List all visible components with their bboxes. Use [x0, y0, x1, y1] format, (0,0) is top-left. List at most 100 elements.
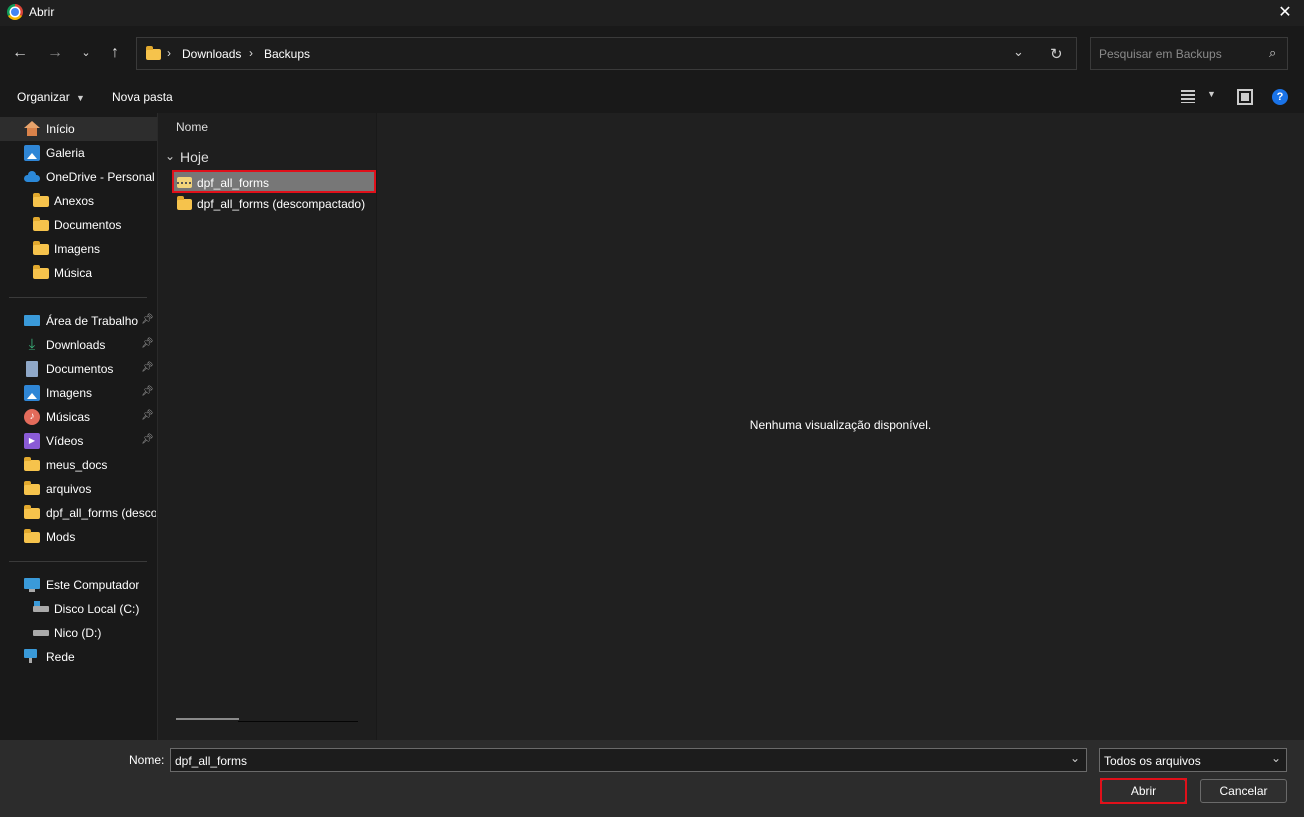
pin-icon: 📌︎: [141, 410, 154, 421]
sidebar-item-nico-d[interactable]: Nico (D:): [0, 621, 157, 645]
command-bar: Organizar ▼ Nova pasta ▼ ?: [0, 80, 1304, 113]
chevron-down-icon[interactable]: ⌄: [1070, 751, 1080, 765]
recent-locations-icon[interactable]: ⌄: [74, 41, 98, 65]
sidebar-item-downloads[interactable]: ⤓ Downloads 📌︎: [0, 333, 157, 357]
pin-icon: 📌︎: [141, 362, 154, 373]
forward-icon[interactable]: →: [43, 41, 67, 65]
folder-icon: [24, 457, 40, 471]
sidebar-item-videos[interactable]: ▶ Vídeos 📌︎: [0, 429, 157, 453]
folder-icon: [33, 241, 49, 255]
breadcrumb-separator-icon: ›: [249, 46, 253, 60]
sidebar-item-label: Documentos: [54, 218, 122, 232]
cancel-button[interactable]: Cancelar: [1200, 779, 1287, 803]
sidebar-item-label: Músicas: [46, 410, 91, 424]
sidebar-item-mods[interactable]: Mods: [0, 525, 157, 549]
cloud-icon: [24, 169, 40, 185]
preview-pane: Nenhuma visualização disponível.: [377, 113, 1304, 740]
caret-down-icon: ▼: [76, 93, 85, 103]
sidebar-item-rede[interactable]: Rede: [0, 645, 157, 669]
sidebar-item-label: Rede: [46, 650, 75, 664]
address-bar[interactable]: › Downloads › Backups ⌄ ↻: [136, 37, 1077, 70]
file-name-input[interactable]: dpf_all_forms ⌄: [170, 748, 1087, 772]
sidebar-item-label: Imagens: [46, 386, 93, 400]
sidebar-item-galeria[interactable]: Galeria: [0, 141, 157, 165]
network-icon: [24, 649, 37, 663]
sidebar-item-label: Este Computador: [46, 578, 140, 592]
divider: [9, 561, 147, 562]
pin-icon: 📌︎: [141, 314, 154, 325]
preview-pane-icon[interactable]: [1237, 89, 1253, 105]
file-type-select[interactable]: Todos os arquivos ⌄: [1099, 748, 1287, 772]
group-header-hoje[interactable]: Hoje: [180, 149, 209, 165]
sidebar-item-dpf-all-forms[interactable]: dpf_all_forms (desco: [0, 501, 157, 525]
breadcrumb-separator-icon: ›: [167, 46, 171, 60]
help-icon[interactable]: ?: [1272, 89, 1288, 105]
pin-icon: 📌︎: [141, 386, 154, 397]
sidebar-item-arquivos[interactable]: arquivos: [0, 477, 157, 501]
sidebar-item-label: dpf_all_forms (desco: [46, 506, 156, 520]
drive-icon: [33, 630, 49, 636]
chevron-down-icon[interactable]: ⌄: [1013, 44, 1024, 60]
caret-down-icon[interactable]: ▼: [1207, 89, 1216, 99]
file-row[interactable]: dpf_all_forms (descompactado): [173, 193, 376, 215]
chevron-down-icon[interactable]: ⌄: [1271, 751, 1281, 765]
sidebar-item-inicio[interactable]: Início: [0, 117, 157, 141]
folder-icon: [24, 505, 40, 519]
image-icon: [24, 385, 40, 401]
open-button-highlight: [1100, 778, 1187, 804]
file-type-value: Todos os arquivos: [1104, 754, 1201, 768]
drive-icon: [33, 601, 49, 612]
navigation-pane: Início Galeria OneDrive - Personal Anexo…: [0, 113, 157, 740]
sidebar-item-documentos-quick[interactable]: Documentos 📌︎: [0, 357, 157, 381]
refresh-icon[interactable]: ↻: [1050, 45, 1063, 63]
breadcrumb-backups[interactable]: Backups: [264, 47, 310, 61]
name-label: Nome:: [129, 753, 165, 767]
folder-icon: [33, 265, 49, 279]
document-icon: [26, 361, 38, 377]
sidebar-item-musica[interactable]: Música: [0, 261, 157, 285]
pin-icon: 📌︎: [141, 338, 154, 349]
sidebar-item-documentos[interactable]: Documentos: [0, 213, 157, 237]
sidebar-item-label: Nico (D:): [54, 626, 102, 640]
chevron-down-icon[interactable]: ⌄: [165, 149, 175, 163]
sidebar-item-imagens[interactable]: Imagens: [0, 237, 157, 261]
sidebar-item-musicas[interactable]: ♪ Músicas 📌︎: [0, 405, 157, 429]
window-title: Abrir: [29, 5, 55, 19]
sidebar-item-disco-local[interactable]: Disco Local (C:): [0, 597, 157, 621]
breadcrumb-downloads[interactable]: Downloads: [182, 47, 241, 61]
sidebar-item-label: Música: [54, 266, 93, 280]
sidebar-item-label: arquivos: [46, 482, 92, 496]
preview-message: Nenhuma visualização disponível.: [749, 418, 932, 432]
folder-icon: [177, 196, 192, 210]
sidebar-item-onedrive[interactable]: OneDrive - Personal: [0, 165, 157, 189]
sidebar-item-label: Downloads: [46, 338, 106, 352]
sidebar-item-meus-docs[interactable]: meus_docs: [0, 453, 157, 477]
view-options-icon[interactable]: [1181, 89, 1197, 103]
back-icon[interactable]: ←: [8, 41, 32, 65]
organize-button[interactable]: Organizar ▼: [17, 90, 85, 104]
sidebar-item-label: Documentos: [46, 362, 114, 376]
desktop-icon: [24, 315, 40, 326]
new-folder-button[interactable]: Nova pasta: [112, 90, 173, 104]
sidebar-item-imagens-quick[interactable]: Imagens 📌︎: [0, 381, 157, 405]
sidebar-item-label: Início: [46, 122, 75, 136]
column-header-name[interactable]: Nome: [176, 120, 208, 134]
file-name-value: dpf_all_forms: [175, 754, 248, 768]
sidebar-item-label: Anexos: [54, 194, 95, 208]
folder-icon: [146, 46, 161, 60]
horizontal-scrollbar[interactable]: [176, 718, 239, 720]
divider: [9, 297, 147, 298]
dialog-footer: Nome: dpf_all_forms ⌄ Todos os arquivos …: [0, 740, 1304, 817]
search-icon[interactable]: ⌕: [1269, 45, 1276, 61]
selection-highlight-box: [172, 170, 376, 193]
up-icon[interactable]: ↑: [103, 41, 127, 65]
search-box[interactable]: Pesquisar em Backups ⌕: [1090, 37, 1288, 70]
file-list: Nome ⌄ Hoje dpf_all_forms dpf_all_forms …: [158, 113, 376, 740]
sidebar-item-label: Disco Local (C:): [54, 602, 140, 616]
organize-label: Organizar: [17, 90, 70, 104]
close-icon[interactable]: ✕: [1274, 2, 1296, 24]
search-input[interactable]: Pesquisar em Backups: [1099, 47, 1222, 61]
sidebar-item-area-de-trabalho[interactable]: Área de Trabalho 📌︎: [0, 309, 157, 333]
sidebar-item-anexos[interactable]: Anexos: [0, 189, 157, 213]
sidebar-item-este-computador[interactable]: Este Computador: [0, 573, 157, 597]
